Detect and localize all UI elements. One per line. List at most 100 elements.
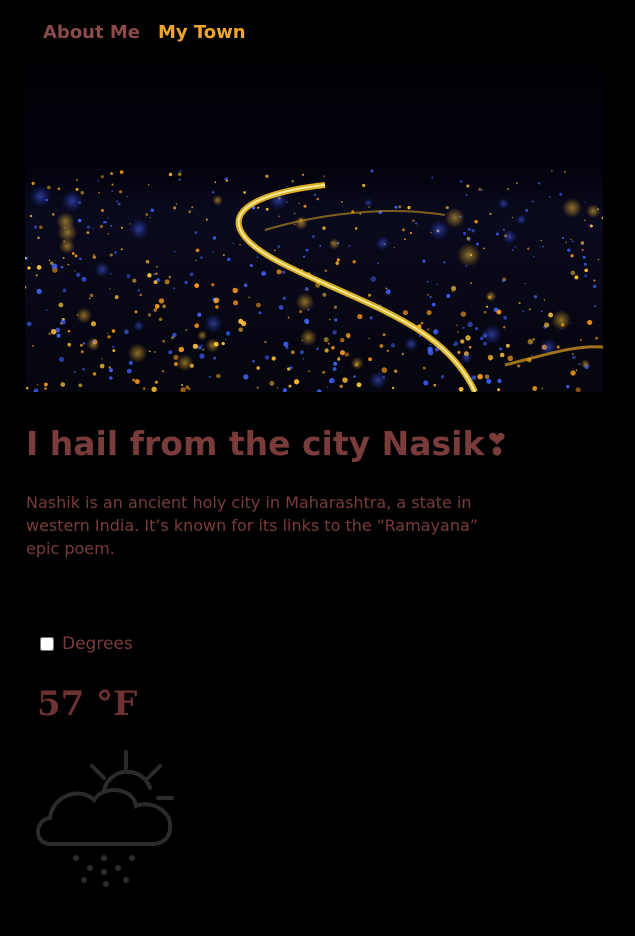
city-light: [27, 266, 31, 270]
city-light: [158, 317, 163, 321]
degrees-checkbox[interactable]: [40, 637, 54, 651]
city-light: [158, 298, 165, 304]
city-light: [333, 305, 338, 309]
city-light: [74, 254, 78, 258]
city-glow: [328, 238, 341, 250]
nav-link-my-town[interactable]: My Town: [158, 22, 246, 43]
city-light: [465, 335, 471, 341]
city-light: [82, 342, 86, 345]
city-light: [308, 370, 311, 373]
city-glow: [76, 307, 92, 324]
city-light: [407, 205, 411, 210]
city-light: [368, 337, 370, 340]
city-glow: [444, 207, 465, 228]
city-light: [468, 237, 471, 241]
city-light: [286, 186, 288, 188]
city-light: [592, 284, 597, 289]
city-light: [232, 242, 234, 245]
city-light: [128, 360, 134, 366]
city-light: [511, 216, 514, 219]
city-light: [584, 201, 586, 203]
city-light: [570, 270, 576, 276]
city-light: [391, 386, 395, 390]
city-light: [212, 191, 215, 194]
city-light: [168, 350, 173, 355]
nav-link-about-me[interactable]: About Me: [43, 22, 140, 43]
degrees-label: Degrees: [62, 634, 133, 654]
city-light: [440, 375, 445, 379]
city-light: [179, 170, 182, 173]
city-light: [507, 188, 510, 191]
city-light: [156, 278, 160, 282]
city-light: [116, 200, 118, 203]
city-light: [215, 305, 219, 309]
city-light: [151, 386, 157, 392]
city-light: [227, 257, 231, 262]
city-light: [75, 272, 81, 278]
city-light: [451, 290, 454, 293]
city-light: [278, 305, 284, 310]
city-light: [467, 321, 473, 328]
city-light: [265, 174, 269, 178]
city-light: [370, 276, 377, 282]
city-light: [100, 175, 104, 179]
city-light: [269, 380, 275, 386]
city-glow: [294, 216, 309, 230]
city-light: [162, 304, 166, 309]
city-light: [26, 321, 32, 327]
city-light: [549, 196, 551, 198]
city-light: [531, 200, 534, 203]
city-light: [249, 264, 253, 268]
city-light: [97, 180, 100, 182]
city-light: [541, 387, 543, 390]
city-light: [319, 244, 322, 247]
city-light: [216, 373, 221, 379]
city-light: [501, 279, 505, 283]
city-light: [446, 293, 451, 298]
city-light: [39, 225, 43, 229]
city-glow: [497, 197, 510, 210]
city-light: [107, 332, 109, 335]
city-light: [486, 378, 492, 384]
city-light: [431, 302, 436, 307]
city-light: [463, 231, 466, 235]
city-light: [60, 265, 64, 269]
city-light: [574, 275, 579, 280]
city-light: [161, 370, 165, 373]
city-light: [32, 345, 34, 347]
city-light: [409, 232, 412, 235]
city-light: [327, 342, 331, 345]
city-light: [305, 248, 309, 252]
city-light: [126, 274, 131, 279]
city-light: [117, 202, 121, 206]
city-light: [205, 218, 208, 221]
city-light: [120, 226, 123, 229]
city-light: [533, 295, 538, 299]
city-light: [528, 308, 531, 311]
city-glow: [203, 313, 223, 333]
city-light: [540, 310, 543, 313]
degrees-toggle[interactable]: Degrees: [40, 634, 133, 654]
cloud-sun-snow-icon: [36, 750, 174, 887]
city-light: [340, 200, 344, 204]
city-light: [88, 297, 91, 300]
city-light: [335, 261, 339, 266]
city-light: [433, 383, 437, 387]
city-light: [82, 367, 85, 371]
city-light: [302, 255, 306, 258]
city-light: [451, 285, 457, 292]
city-light: [71, 252, 75, 255]
city-light: [485, 305, 489, 308]
city-light: [119, 170, 124, 174]
city-light: [264, 340, 267, 344]
city-light: [100, 208, 105, 213]
city-light: [475, 242, 479, 246]
city-light: [368, 357, 372, 362]
city-light: [243, 283, 248, 287]
city-light: [178, 346, 185, 353]
city-light: [177, 172, 182, 176]
city-light: [459, 180, 463, 183]
city-light: [77, 218, 82, 223]
city-light: [44, 382, 48, 387]
city-light: [285, 346, 289, 350]
